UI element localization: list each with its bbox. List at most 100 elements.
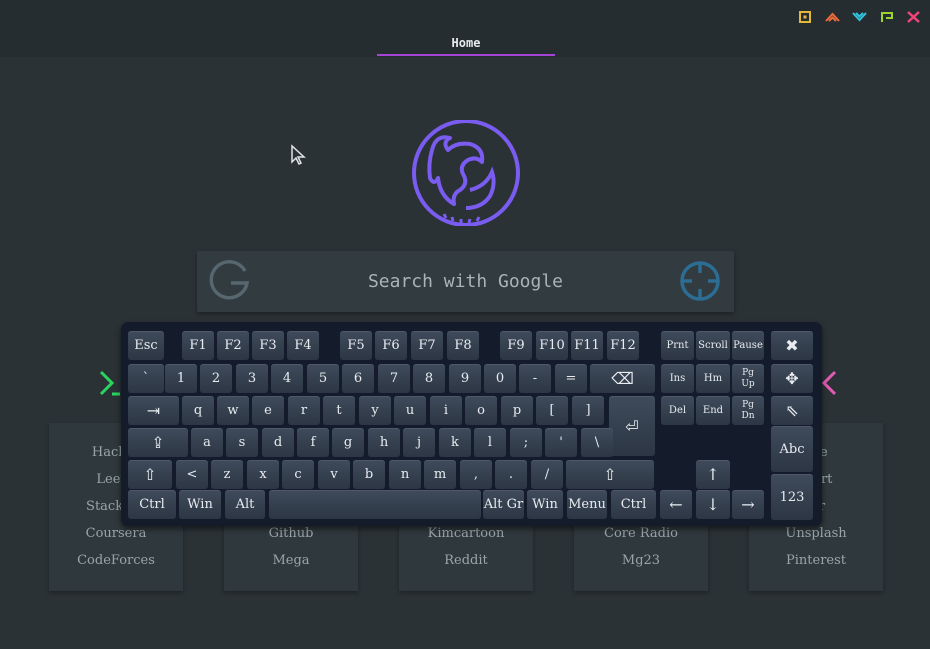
key-9[interactable]: 9: [449, 364, 481, 393]
key-3[interactable]: 3: [236, 364, 268, 393]
arrow-up-key[interactable]: ↑: [696, 460, 730, 489]
key-;[interactable]: ;: [510, 428, 542, 457]
key-alt[interactable]: Alt: [225, 490, 265, 519]
search-placeholder[interactable]: Search with Google: [197, 251, 734, 312]
key-win[interactable]: Win: [527, 490, 563, 519]
key-abc[interactable]: Abc: [771, 426, 813, 472]
key-e[interactable]: e: [252, 396, 284, 425]
link-item[interactable]: Mega: [224, 547, 358, 574]
key-menu[interactable]: Menu: [567, 490, 607, 519]
tab-key[interactable]: ⇥: [128, 396, 179, 425]
key-scroll[interactable]: Scroll: [696, 331, 730, 360]
key-y[interactable]: y: [359, 396, 391, 425]
key-4[interactable]: 4: [271, 364, 303, 393]
crosshair-icon[interactable]: [679, 260, 721, 302]
close-icon[interactable]: [905, 9, 922, 23]
chevron-up-icon[interactable]: [824, 9, 841, 23]
enter-key[interactable]: ⏎: [609, 396, 655, 456]
key-8[interactable]: 8: [413, 364, 445, 393]
shift-key[interactable]: ⇧: [128, 460, 172, 489]
key-k[interactable]: k: [439, 428, 471, 457]
key-f6[interactable]: F6: [375, 331, 407, 360]
key-x[interactable]: x: [247, 460, 279, 489]
key-=[interactable]: =: [555, 364, 587, 393]
key-7[interactable]: 7: [378, 364, 410, 393]
key-d[interactable]: d: [262, 428, 294, 457]
key-'[interactable]: ': [545, 428, 577, 457]
shift-key[interactable]: ⇧: [566, 460, 654, 489]
key-`[interactable]: `: [128, 364, 164, 393]
link-item[interactable]: Pinterest: [749, 547, 883, 574]
key-,[interactable]: ,: [460, 460, 492, 489]
key-j[interactable]: j: [403, 428, 435, 457]
key-n[interactable]: n: [389, 460, 421, 489]
link-item[interactable]: Reddit: [399, 547, 533, 574]
close-keyboard-key[interactable]: ✖: [771, 331, 813, 360]
key-pg-dn[interactable]: Pg Dn: [732, 396, 764, 425]
key-[[interactable]: [: [536, 396, 568, 425]
square-icon[interactable]: [797, 9, 814, 23]
key-][interactable]: ]: [572, 396, 604, 425]
key-alt-gr[interactable]: Alt Gr: [483, 490, 524, 519]
key-0[interactable]: 0: [484, 364, 516, 393]
key-ctrl[interactable]: Ctrl: [611, 490, 656, 519]
key-hm[interactable]: Hm: [696, 364, 730, 393]
key-v[interactable]: v: [318, 460, 350, 489]
arrow-right-key[interactable]: →: [732, 490, 764, 519]
key-esc[interactable]: Esc: [128, 331, 164, 360]
space-key[interactable]: [269, 490, 481, 519]
key-b[interactable]: b: [353, 460, 385, 489]
key-del[interactable]: Del: [661, 396, 694, 425]
key-p[interactable]: p: [501, 396, 533, 425]
move-keyboard-key[interactable]: ✥: [771, 364, 813, 393]
key-f2[interactable]: F2: [217, 331, 249, 360]
key-<[interactable]: <: [176, 460, 208, 489]
key-pause[interactable]: Pause: [732, 331, 764, 360]
key-r[interactable]: r: [288, 396, 320, 425]
tab-home[interactable]: Home: [377, 30, 555, 56]
key-c[interactable]: c: [282, 460, 314, 489]
key-q[interactable]: q: [182, 396, 214, 425]
key-h[interactable]: h: [368, 428, 400, 457]
corner-arrow-icon[interactable]: [878, 9, 895, 23]
key-1[interactable]: 1: [165, 364, 197, 393]
key-f11[interactable]: F11: [571, 331, 603, 360]
key-2[interactable]: 2: [200, 364, 232, 393]
key-f9[interactable]: F9: [500, 331, 532, 360]
key-g[interactable]: g: [332, 428, 364, 457]
key-win[interactable]: Win: [179, 490, 221, 519]
key-m[interactable]: m: [424, 460, 456, 489]
key-s[interactable]: s: [226, 428, 258, 457]
key-o[interactable]: o: [465, 396, 497, 425]
key-t[interactable]: t: [323, 396, 355, 425]
key-i[interactable]: i: [430, 396, 462, 425]
backspace-key[interactable]: ⌫: [590, 364, 655, 393]
key-f8[interactable]: F8: [447, 331, 479, 360]
key-ins[interactable]: Ins: [661, 364, 694, 393]
key-l[interactable]: l: [474, 428, 506, 457]
arrow-down-key[interactable]: ↓: [696, 490, 730, 519]
key-pg-up[interactable]: Pg Up: [732, 364, 764, 393]
key-f5[interactable]: F5: [340, 331, 372, 360]
key-f4[interactable]: F4: [287, 331, 319, 360]
chevron-down-icon[interactable]: [851, 9, 868, 23]
key-/[interactable]: /: [531, 460, 563, 489]
key-\[interactable]: \: [581, 428, 613, 457]
key-ctrl[interactable]: Ctrl: [128, 490, 176, 519]
key-f[interactable]: f: [297, 428, 329, 457]
key-123[interactable]: 123: [771, 474, 813, 520]
key-5[interactable]: 5: [307, 364, 339, 393]
pointer-key[interactable]: ⇖: [771, 396, 813, 425]
key-f10[interactable]: F10: [536, 331, 568, 360]
key-prnt[interactable]: Prnt: [661, 331, 694, 360]
key-a[interactable]: a: [191, 428, 223, 457]
key-f12[interactable]: F12: [607, 331, 639, 360]
key-f1[interactable]: F1: [182, 331, 214, 360]
link-item[interactable]: CodeForces: [49, 547, 183, 574]
key-u[interactable]: u: [394, 396, 426, 425]
caps-lock-key[interactable]: ⇪: [128, 428, 188, 457]
link-item[interactable]: Mg23: [574, 547, 708, 574]
arrow-left-key[interactable]: ←: [660, 490, 692, 519]
key-end[interactable]: End: [696, 396, 730, 425]
key-6[interactable]: 6: [342, 364, 374, 393]
